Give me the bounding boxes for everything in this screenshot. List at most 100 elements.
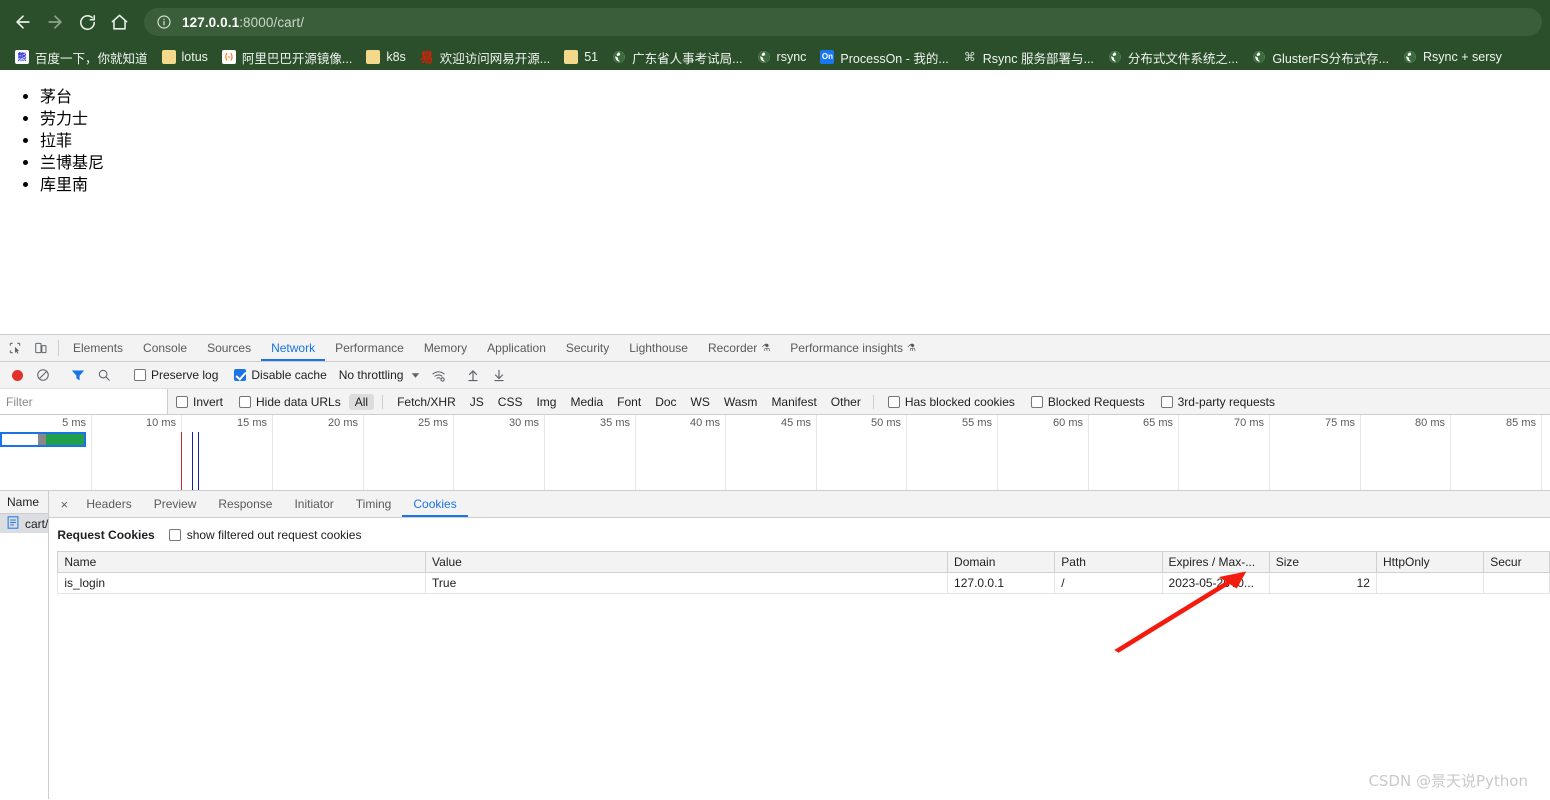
bookmark-item[interactable]: k8s [359,46,412,68]
show-filtered-cookies-label: show filtered out request cookies [186,528,362,542]
timeline-tick-label: 10 ms [146,417,176,429]
list-item: 劳力士 [40,108,1550,129]
network-timeline-overview[interactable]: 5 ms 10 ms 15 ms 20 ms 25 ms 30 ms 35 ms 40 ms 4… [0,415,1550,491]
export-har-button[interactable] [486,364,512,386]
devtools-tab-memory[interactable]: Memory [414,335,477,361]
filter-input[interactable] [0,389,168,414]
disable-cache-checkbox[interactable]: Disable cache [226,368,334,382]
bookmark-item[interactable]: On ProcessOn - 我的... [813,46,955,68]
has-blocked-cookies-checkbox[interactable]: Has blocked cookies [880,395,1023,409]
cookies-cell-expires: 2023-05-26T0... [1162,572,1270,594]
filter-type-js[interactable]: JS [464,394,490,410]
import-har-button[interactable] [460,364,486,386]
filter-type-font[interactable]: Font [611,394,647,410]
web-page-viewport: 茅台劳力士拉菲兰博基尼库里南 [0,70,1550,334]
bookmark-item[interactable]: rsync [750,46,814,68]
cookies-column-header[interactable]: Value [425,551,949,573]
invert-label: Invert [193,394,224,409]
search-button[interactable] [91,364,117,386]
hide-data-urls-checkbox[interactable]: Hide data URLs [231,395,349,409]
checkbox-box [239,395,252,408]
detail-tabbar: × Headers Preview Response Initiator Timing C… [49,491,1550,518]
devtools-tab-sources[interactable]: Sources [197,335,261,361]
detail-tab-initiator[interactable]: Initiator [283,491,344,517]
devtools-tab-lighthouse[interactable]: Lighthouse [619,335,698,361]
chevron-down-icon[interactable] [405,364,425,386]
devtools-panel: Elements Console Sources Network Performance… [0,334,1550,799]
csdn-watermark: CSDN @景天说Python [1368,772,1528,790]
clear-icon [37,369,49,381]
checkbox-box [234,369,247,381]
filter-type-ws[interactable]: WS [685,394,716,410]
devtools-tab-console[interactable]: Console [133,335,197,361]
detail-tab-headers[interactable]: Headers [75,491,142,517]
search-icon [98,369,110,381]
cookies-column-header[interactable]: HttpOnly [1376,551,1485,573]
bookmark-item[interactable]: 广东省人事考试局... [605,46,749,68]
filter-type-doc[interactable]: Doc [649,394,682,410]
filter-type-wasm[interactable]: Wasm [718,394,764,410]
close-icon[interactable]: × [53,491,75,517]
filter-type-img[interactable]: Img [530,394,562,410]
device-toolbar-icon[interactable] [28,335,54,361]
timeline-selection-window[interactable] [0,432,86,447]
show-filtered-cookies-checkbox[interactable]: show filtered out request cookies [168,528,362,542]
detail-tab-response[interactable]: Response [207,491,283,517]
filter-type-media[interactable]: Media [564,394,609,410]
bookmark-item[interactable]: Rsync + sersy [1396,46,1509,68]
clear-button[interactable] [30,364,56,386]
bookmark-item[interactable]: ⌘ Rsync 服务部署与... [956,46,1101,68]
invert-checkbox[interactable]: Invert [168,395,231,409]
bookmark-item[interactable]: (-) 阿里巴巴开源镜像... [215,46,359,68]
bookmark-item[interactable]: 易欢迎访问网易开源... [413,46,557,68]
cookies-column-header[interactable]: Name [57,551,427,573]
cookies-column-header[interactable]: Size [1269,551,1377,573]
rsync-icon: ⌘ [963,50,976,64]
forward-button[interactable] [40,7,70,37]
bookmark-item[interactable]: GlusterFS分布式存... [1245,46,1396,68]
url-path: :8000/cart/ [239,14,305,30]
record-button[interactable] [4,364,30,386]
bookmark-item[interactable]: 51 [557,46,605,68]
home-button[interactable] [104,7,134,37]
cookies-column-header[interactable]: Path [1054,551,1163,573]
request-row[interactable]: cart/ [0,514,49,533]
devtools-tab-performance-insights[interactable]: Performance insights ⚗ [780,335,926,361]
devtools-tab-security[interactable]: Security [556,335,619,361]
preserve-log-checkbox[interactable]: Preserve log [126,368,226,382]
bookmark-item[interactable]: lotus [155,46,215,68]
network-conditions-icon[interactable] [425,364,451,386]
devtools-tab-performance[interactable]: Performance [325,335,414,361]
address-bar[interactable]: 127.0.0.1:8000/cart/ [144,8,1542,36]
filter-type-other[interactable]: Other [825,394,867,410]
bookmark-item[interactable]: 分布式文件系统之... [1101,46,1245,68]
filter-type-css[interactable]: CSS [492,394,529,410]
bookmark-item[interactable]: 熊百度一下，你就知道 [8,46,155,68]
timeline-tick-label: 75 ms [1325,417,1355,429]
inspect-element-icon[interactable] [2,335,28,361]
browser-chrome: 127.0.0.1:8000/cart/ 熊百度一下，你就知道 lotus (-) 阿… [0,0,1550,70]
cookies-column-header[interactable]: Domain [947,551,1056,573]
filter-type-fetch-xhr[interactable]: Fetch/XHR [391,394,462,410]
devtools-tab-recorder[interactable]: Recorder ⚗ [698,335,780,361]
throttling-select[interactable]: No throttling [335,368,406,382]
has-blocked-cookies-label: Has blocked cookies [904,394,1015,409]
filter-toggle-button[interactable] [65,364,91,386]
cookies-table-row[interactable]: is_login True 127.0.0.1/2023-05-26T0... 12 [57,572,1550,594]
timeline-gridline [272,415,273,490]
info-circle-icon[interactable] [156,14,172,30]
blocked-requests-checkbox[interactable]: Blocked Requests [1023,395,1153,409]
cookies-column-header[interactable]: Secur [1483,551,1550,573]
detail-tab-preview[interactable]: Preview [143,491,208,517]
filter-type-all[interactable]: All [348,393,375,410]
devtools-tab-elements[interactable]: Elements [63,335,133,361]
cookies-column-header[interactable]: Expires / Max-... [1162,551,1270,573]
third-party-requests-checkbox[interactable]: 3rd-party requests [1153,395,1283,409]
devtools-tab-application[interactable]: Application [477,335,556,361]
devtools-tab-network[interactable]: Network [261,335,325,361]
detail-tab-timing[interactable]: Timing [345,491,403,517]
reload-button[interactable] [72,7,102,37]
detail-tab-cookies[interactable]: Cookies [402,491,467,517]
filter-type-manifest[interactable]: Manifest [765,394,822,410]
back-button[interactable] [8,7,38,37]
